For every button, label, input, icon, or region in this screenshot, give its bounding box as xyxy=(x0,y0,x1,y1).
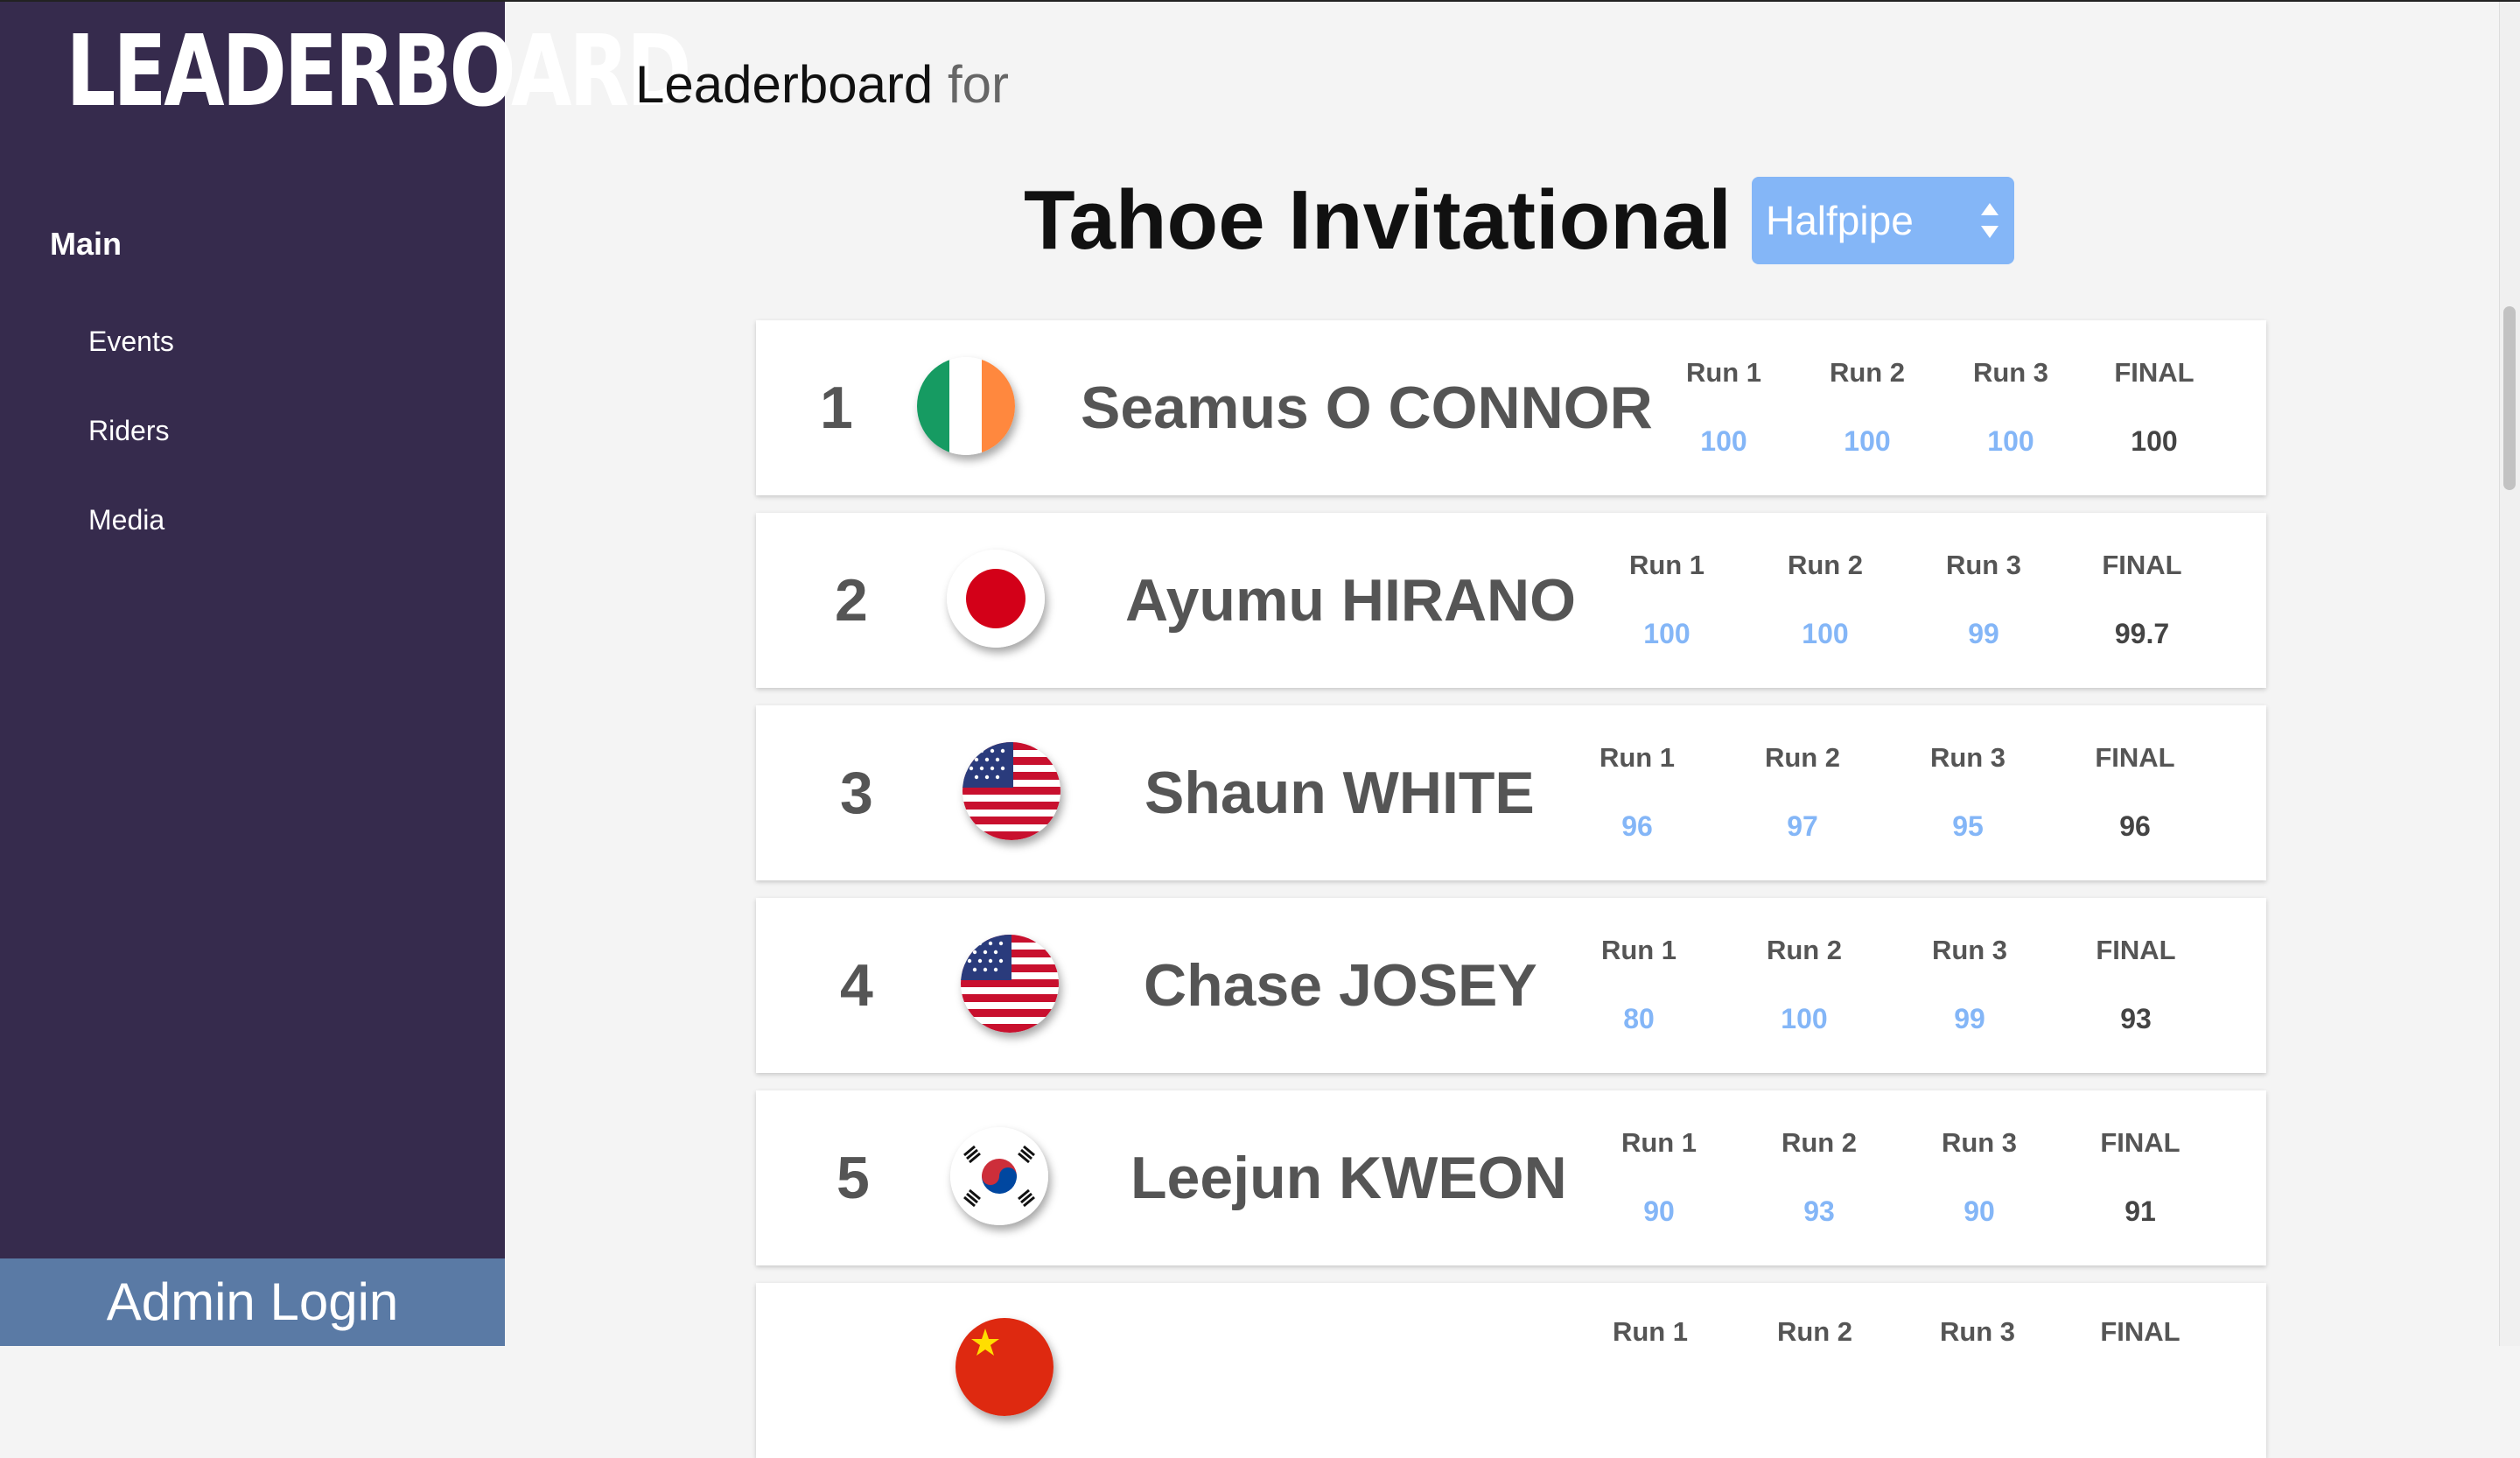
final-score: FINAL 100 xyxy=(2114,357,2194,457)
rider-rank: 4 xyxy=(840,952,873,1019)
nav-item-riders[interactable]: Riders xyxy=(88,415,169,447)
rider-name[interactable]: Leejun KWEON xyxy=(1130,1090,1567,1265)
window-top-border xyxy=(0,0,2520,2)
run-3-score: Run 3 xyxy=(1939,1316,2016,1347)
run-1-score: Run 1 xyxy=(1612,1316,1689,1347)
leaderboard-row[interactable]: 3 Shaun WHITE Run 1 96 Run 2 97 Run 3 95 FI… xyxy=(756,705,2266,880)
run-1-score: Run 1 90 xyxy=(1620,1127,1698,1227)
final-score: FINAL xyxy=(2100,1316,2180,1347)
nav-section-main[interactable]: Main xyxy=(50,226,122,263)
china-flag-icon xyxy=(956,1318,1054,1416)
rider-rank: 5 xyxy=(836,1145,870,1211)
run-1-score: Run 1 80 xyxy=(1600,935,1677,1034)
page-heading: Leaderboard for xyxy=(635,54,1009,115)
south-korea-flag-icon xyxy=(950,1127,1048,1225)
scrollbar-thumb[interactable] xyxy=(2503,306,2516,490)
rider-name[interactable]: Shaun WHITE xyxy=(1144,705,1535,880)
discipline-select[interactable]: Halfpipe xyxy=(1752,177,2014,264)
run-3-score: Run 3 99 xyxy=(1931,935,2008,1034)
run-1-score: Run 1 100 xyxy=(1628,550,1705,649)
japan-flag-icon xyxy=(947,550,1045,648)
sidebar: LEADERBOARD Main Events Riders Media Adm… xyxy=(0,0,691,1346)
run-3-score: Run 3 90 xyxy=(1941,1127,2018,1227)
rider-name[interactable]: Seamus O CONNOR xyxy=(1081,320,1653,495)
nav-item-media[interactable]: Media xyxy=(88,504,164,536)
run-3-score: Run 3 99 xyxy=(1945,550,2022,649)
final-score: FINAL 96 xyxy=(2095,742,2175,842)
final-score: FINAL 91 xyxy=(2100,1127,2180,1227)
run-2-score: Run 2 100 xyxy=(1787,550,1864,649)
run-2-score: Run 2 97 xyxy=(1764,742,1841,842)
run-3-score: Run 3 100 xyxy=(1972,357,2049,457)
app-logo[interactable]: LEADERBOARD xyxy=(66,23,691,121)
leaderboard-row[interactable]: 5 Leejun KWEON Run 1 90 Run 2 93 Run 3 90 F… xyxy=(756,1090,2266,1265)
discipline-select-value: Halfpipe xyxy=(1766,198,1914,243)
heading-for: for xyxy=(947,55,1009,114)
ireland-flag-icon xyxy=(917,357,1015,455)
run-2-score: Run 2 100 xyxy=(1829,357,1906,457)
rider-rank: 3 xyxy=(840,760,873,826)
scrollbar-track[interactable] xyxy=(2499,0,2520,1346)
leaderboard-row[interactable]: Run 1 Run 2 Run 3 FINAL xyxy=(756,1283,2266,1458)
heading-text: Leaderboard xyxy=(635,55,934,114)
admin-login-button[interactable]: Admin Login xyxy=(0,1258,505,1346)
select-arrows-icon xyxy=(1981,203,1998,238)
run-2-score: Run 2 xyxy=(1776,1316,1853,1347)
run-3-score: Run 3 95 xyxy=(1929,742,2006,842)
run-1-score: Run 1 96 xyxy=(1599,742,1676,842)
event-title: Tahoe Invitational xyxy=(1024,173,1732,267)
rider-rank: 2 xyxy=(835,567,868,634)
final-score: FINAL 93 xyxy=(2096,935,2176,1034)
run-2-score: Run 2 93 xyxy=(1781,1127,1858,1227)
rider-name[interactable]: Chase JOSEY xyxy=(1144,898,1537,1073)
leaderboard-row[interactable]: 4 Chase JOSEY Run 1 80 Run 2 100 Run 3 99 F… xyxy=(756,898,2266,1073)
leaderboard-row[interactable]: 2 Ayumu HIRANO Run 1 100 Run 2 100 Run 3 99… xyxy=(756,513,2266,688)
final-score: FINAL 99.7 xyxy=(2102,550,2182,649)
rider-rank: 1 xyxy=(820,375,853,441)
run-2-score: Run 2 100 xyxy=(1766,935,1843,1034)
usa-flag-icon xyxy=(962,742,1060,840)
usa-flag-icon xyxy=(961,935,1059,1033)
leaderboard-row[interactable]: 1 Seamus O CONNOR Run 1 100 Run 2 100 Run … xyxy=(756,320,2266,495)
rider-name[interactable]: Ayumu HIRANO xyxy=(1125,513,1576,688)
nav-item-events[interactable]: Events xyxy=(88,326,174,358)
run-1-score: Run 1 100 xyxy=(1685,357,1762,457)
